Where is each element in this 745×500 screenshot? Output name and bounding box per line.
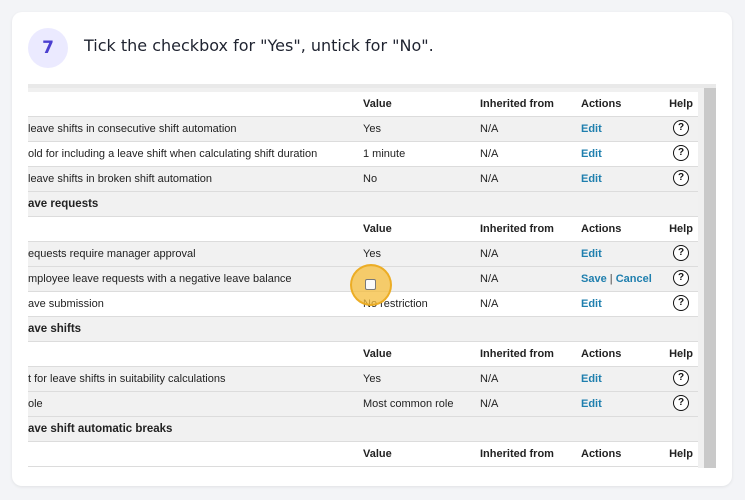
table-header-row: Value Inherited from Actions Help [28,342,698,367]
table-row: leave shifts in broken shift automation … [28,167,698,192]
setting-value: Yes [363,123,381,135]
step-instruction: Tick the checkbox for "Yes", untick for … [84,36,434,55]
column-header-help: Help [669,348,693,360]
table-row: leave shifts in consecutive shift automa… [28,117,698,142]
setting-value: 1 minute [363,148,406,160]
table-row-partial [28,467,698,468]
edit-actions: Save | Cancel [581,267,661,292]
inherited-from: N/A [480,123,499,135]
setting-name: old for including a leave shift when cal… [28,148,318,160]
action-separator: | [609,273,613,285]
column-header-value: Value [363,223,392,235]
help-circle-icon[interactable]: ? [673,245,689,262]
table-header-row: Value Inherited from Actions Help [28,92,698,117]
section-heading: ave requests [28,192,698,217]
inherited-from: N/A [480,148,499,160]
edit-link[interactable]: Edit [581,142,661,167]
column-header-help: Help [669,98,693,110]
setting-name: t for leave shifts in suitability calcul… [28,373,226,385]
setting-value: Yes [363,373,381,385]
edit-link[interactable]: Edit [581,117,661,142]
scrollbar[interactable] [704,88,716,468]
cancel-link[interactable]: Cancel [616,273,652,285]
setting-name: ole [28,398,43,410]
help-circle-icon[interactable]: ? [673,120,689,137]
negative-balance-checkbox[interactable] [365,279,376,290]
section-heading: ave shift automatic breaks [28,417,698,442]
column-header-value: Value [363,98,392,110]
help-circle-icon[interactable]: ? [673,395,689,412]
table-row: ole Most common role N/A Edit ? [28,392,698,417]
column-header-actions: Actions [581,98,622,110]
inherited-from: N/A [480,273,499,285]
inherited-from: N/A [480,173,499,185]
table-row: equests require manager approval Yes N/A… [28,242,698,267]
column-header-value: Value [363,448,392,460]
inherited-from: N/A [480,298,499,310]
column-header-actions: Actions [581,223,622,235]
setting-name: equests require manager approval [28,248,196,260]
column-header-actions: Actions [581,348,622,360]
section-title: ave requests [28,198,99,210]
setting-name: leave shifts in consecutive shift automa… [28,123,237,135]
column-header-inherited: Inherited from [480,448,554,460]
column-header-inherited: Inherited from [480,98,554,110]
step-number-badge: 7 [28,28,68,68]
edit-link[interactable]: Edit [581,367,661,392]
setting-name: mployee leave requests with a negative l… [28,273,292,285]
edit-link[interactable]: Edit [581,242,661,267]
table-row: t for leave shifts in suitability calcul… [28,367,698,392]
column-header-inherited: Inherited from [480,223,554,235]
inherited-from: N/A [480,398,499,410]
table-header-row: Value Inherited from Actions Help [28,217,698,242]
setting-value: No [363,173,378,185]
inherited-from: N/A [480,373,499,385]
setting-name: ave submission [28,298,104,310]
edit-link[interactable]: Edit [581,392,661,417]
help-circle-icon[interactable]: ? [673,170,689,187]
column-header-help: Help [669,448,693,460]
section-heading: ave shifts [28,317,698,342]
save-link[interactable]: Save [581,273,607,285]
table-header-row: Value Inherited from Actions Help [28,442,698,467]
table-row: old for including a leave shift when cal… [28,142,698,167]
setting-name: leave shifts in broken shift automation [28,173,213,185]
column-header-help: Help [669,223,693,235]
settings-screenshot: Value Inherited from Actions Help leave … [28,84,716,468]
help-circle-icon[interactable]: ? [673,270,689,287]
edit-link[interactable]: Edit [581,167,661,192]
help-circle-icon[interactable]: ? [673,295,689,312]
help-circle-icon[interactable]: ? [673,370,689,387]
column-header-inherited: Inherited from [480,348,554,360]
inherited-from: N/A [480,248,499,260]
section-title: ave shift automatic breaks [28,423,173,435]
step-card: 7 Tick the checkbox for "Yes", untick fo… [12,12,732,486]
section-title: ave shifts [28,323,82,335]
setting-value: Most common role [363,398,454,410]
help-circle-icon[interactable]: ? [673,145,689,162]
column-header-actions: Actions [581,448,622,460]
setting-value: Yes [363,248,381,260]
column-header-value: Value [363,348,392,360]
edit-link[interactable]: Edit [581,292,661,317]
